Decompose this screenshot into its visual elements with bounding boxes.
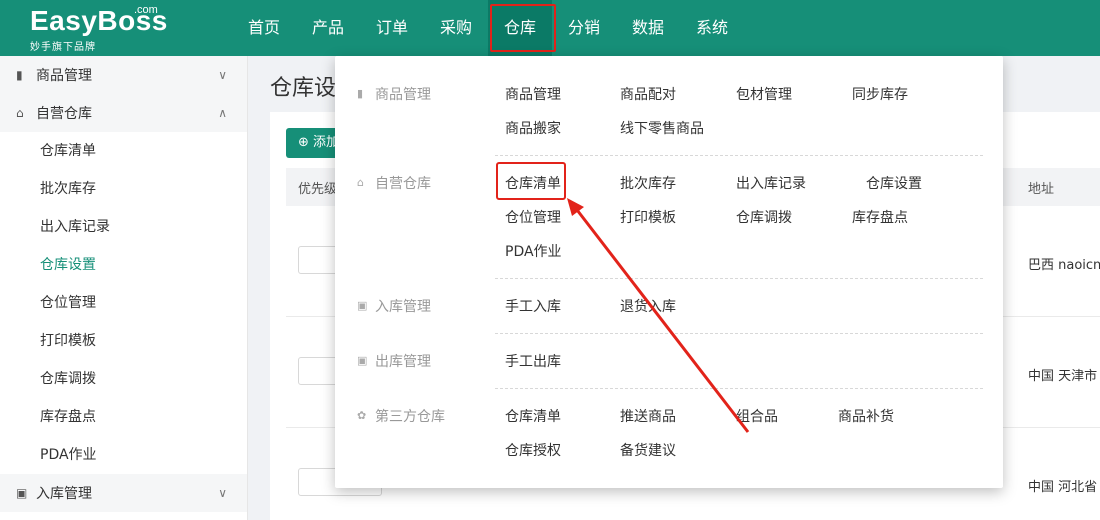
sidebar-item-warehouse-settings[interactable]: 仓库设置 <box>0 246 247 284</box>
sidebar-group-product-mgmt[interactable]: ▮ 商品管理 ∨ <box>0 56 247 94</box>
menu-link-manual-inbound[interactable]: 手工入库 <box>505 296 561 316</box>
menu-link-pda[interactable]: PDA作业 <box>505 241 562 261</box>
sidebar-group-label: 自营仓库 <box>36 106 92 122</box>
nav-home[interactable]: 首页 <box>232 0 296 56</box>
sidebar-item-transfer[interactable]: 仓库调拨 <box>0 360 247 398</box>
inbox-icon: ▣ <box>16 486 28 500</box>
section-head-outbound: ▣ 出库管理 <box>357 351 431 371</box>
section-head-label: 自营仓库 <box>375 176 431 192</box>
highlight-box <box>496 162 566 200</box>
clipboard-icon: ▮ <box>357 87 364 100</box>
nav-system[interactable]: 系统 <box>680 0 744 56</box>
menu-link-product-migrate[interactable]: 商品搬家 <box>505 118 561 138</box>
section-head-own-warehouse: ⌂ 自营仓库 <box>357 173 431 193</box>
logo-subtitle: 妙手旗下品牌 <box>30 42 96 53</box>
menu-link-offline-retail[interactable]: 线下零售商品 <box>620 118 704 138</box>
section-divider <box>495 278 983 279</box>
column-header-priority: 优先级 <box>298 182 338 197</box>
menu-link-bundle[interactable]: 组合品 <box>736 406 778 426</box>
nav-data[interactable]: 数据 <box>616 0 680 56</box>
logo-com: .com <box>134 4 158 16</box>
nav-highlight-box <box>490 4 556 52</box>
nav-orders[interactable]: 订单 <box>360 0 424 56</box>
menu-link-product-mgmt[interactable]: 商品管理 <box>505 84 561 104</box>
sidebar-item-batch-stock[interactable]: 批次库存 <box>0 170 247 208</box>
gear-icon: ✿ <box>357 409 367 422</box>
home-icon: ⌂ <box>357 176 364 189</box>
menu-link-3p-warehouse-list[interactable]: 仓库清单 <box>505 406 561 426</box>
menu-link-product-pairing[interactable]: 商品配对 <box>620 84 676 104</box>
sidebar-item-stocktake[interactable]: 库存盘点 <box>0 398 247 436</box>
section-divider <box>495 155 983 156</box>
menu-link-io-records[interactable]: 出入库记录 <box>736 173 806 193</box>
home-icon: ⌂ <box>16 106 24 120</box>
outbox-icon: ▣ <box>357 354 368 367</box>
section-head-label: 第三方仓库 <box>375 409 445 425</box>
warehouse-dropdown-menu: ▮ 商品管理 商品管理 商品配对 包材管理 同步库存 商品搬家 线下零售商品 ⌂… <box>335 56 1003 488</box>
sidebar-group-label: 入库管理 <box>36 486 92 502</box>
menu-link-sync-stock[interactable]: 同步库存 <box>852 84 908 104</box>
chevron-up-icon: ∧ <box>218 106 227 120</box>
nav-distribution[interactable]: 分销 <box>552 0 616 56</box>
section-divider <box>495 388 983 389</box>
nav-products[interactable]: 产品 <box>296 0 360 56</box>
logo[interactable]: EasyBoss .com 妙手旗下品牌 <box>30 4 168 53</box>
sidebar-item-print-template[interactable]: 打印模板 <box>0 322 247 360</box>
menu-link-print-template[interactable]: 打印模板 <box>620 207 676 227</box>
main-nav: 首页 产品 订单 采购 仓库 分销 数据 系统 <box>232 0 744 56</box>
menu-link-replenish[interactable]: 商品补货 <box>838 406 894 426</box>
menu-link-location-mgmt[interactable]: 仓位管理 <box>505 207 561 227</box>
chevron-down-icon: ∨ <box>218 68 227 82</box>
menu-link-warehouse-auth[interactable]: 仓库授权 <box>505 440 561 460</box>
section-head-third-party: ✿ 第三方仓库 <box>357 406 445 426</box>
menu-link-stocktake[interactable]: 库存盘点 <box>852 207 908 227</box>
clipboard-icon: ▮ <box>16 68 23 82</box>
menu-link-warehouse-settings[interactable]: 仓库设置 <box>866 173 922 193</box>
nav-purchase[interactable]: 采购 <box>424 0 488 56</box>
inbox-icon: ▣ <box>357 299 368 312</box>
sidebar-item-location-mgmt[interactable]: 仓位管理 <box>0 284 247 322</box>
sidebar-item-pda[interactable]: PDA作业 <box>0 436 247 474</box>
menu-link-return-inbound[interactable]: 退货入库 <box>620 296 676 316</box>
section-divider <box>495 333 983 334</box>
menu-link-stock-suggestion[interactable]: 备货建议 <box>620 440 676 460</box>
section-head-label: 商品管理 <box>375 87 431 103</box>
chevron-down-icon: ∨ <box>218 486 227 500</box>
sidebar: ▮ 商品管理 ∨ ⌂ 自营仓库 ∧ 仓库清单 批次库存 出入库记录 仓库设置 仓… <box>0 56 248 520</box>
column-header-address: 地址 <box>1028 182 1055 197</box>
section-head-label: 入库管理 <box>375 299 431 315</box>
menu-link-manual-outbound[interactable]: 手工出库 <box>505 351 561 371</box>
menu-link-batch-stock[interactable]: 批次库存 <box>620 173 676 193</box>
sidebar-item-warehouse-list[interactable]: 仓库清单 <box>0 132 247 170</box>
table-cell-address: 中国 河北省 <box>1028 480 1098 495</box>
page-title: 仓库设 <box>270 76 337 101</box>
menu-link-push-products[interactable]: 推送商品 <box>620 406 676 426</box>
sidebar-item-io-records[interactable]: 出入库记录 <box>0 208 247 246</box>
menu-link-transfer[interactable]: 仓库调拨 <box>736 207 792 227</box>
sidebar-group-own-warehouse[interactable]: ⌂ 自营仓库 ∧ <box>0 94 247 132</box>
section-head-label: 出库管理 <box>375 354 431 370</box>
table-cell-address: 巴西 naoicns <box>1028 258 1100 273</box>
section-head-product-mgmt: ▮ 商品管理 <box>357 84 431 104</box>
table-cell-address: 中国 天津市 <box>1028 369 1098 384</box>
sidebar-group-inbound[interactable]: ▣ 入库管理 ∨ <box>0 474 247 512</box>
menu-link-packaging[interactable]: 包材管理 <box>736 84 792 104</box>
section-head-inbound: ▣ 入库管理 <box>357 296 431 316</box>
sidebar-group-label: 商品管理 <box>36 68 92 84</box>
